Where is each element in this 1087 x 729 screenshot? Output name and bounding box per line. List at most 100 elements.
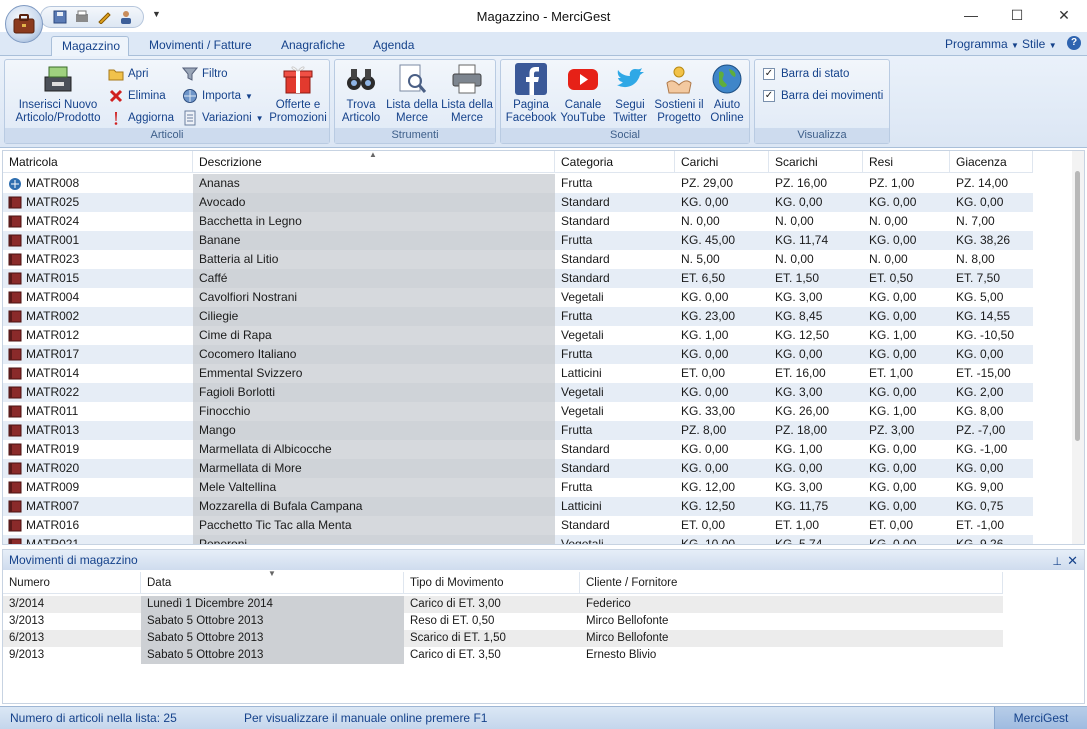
table-row[interactable]: MATR015 Caffé Standard ET. 6,50 ET. 1,50 ET. … xyxy=(3,269,1033,288)
pin-icon[interactable]: ⊥ xyxy=(1052,552,1062,572)
cell-matricola: MATR016 xyxy=(26,518,80,532)
table-row[interactable]: MATR017 Cocomero Italiano Frutta KG. 0,00 KG… xyxy=(3,345,1033,364)
movimento-row[interactable]: 9/2013 Sabato 5 Ottobre 2013 Carico di ET.… xyxy=(3,647,1003,664)
barra-movimenti-checkbox[interactable]: ✓ Barra dei movimenti xyxy=(763,90,883,102)
table-row[interactable]: MATR021 Peperoni Vegetali KG. 10,00 KG. 5,74… xyxy=(3,535,1033,545)
aiuto-online-button[interactable]: Aiuto Online xyxy=(705,63,749,125)
cell-categoria: Vegetali xyxy=(561,290,604,304)
table-row[interactable]: MATR014 Emmental Svizzero Latticini ET. 0,0… xyxy=(3,364,1033,383)
table-row[interactable]: MATR008 Ananas Frutta PZ. 29,00 PZ. 16,00 PZ.… xyxy=(3,174,1033,193)
youtube-button[interactable]: Canale YouTube xyxy=(559,63,607,125)
book-icon xyxy=(7,214,23,229)
table-row[interactable]: MATR004 Cavolfiori Nostrani Vegetali KG. 0,… xyxy=(3,288,1033,307)
aggiorna-button[interactable]: Aggiorna xyxy=(108,110,174,126)
tab-agenda[interactable]: Agenda xyxy=(363,36,424,56)
cell-scarichi: KG. 12,50 xyxy=(775,328,830,342)
table-row[interactable]: MATR016 Pacchetto Tic Tac alla Menta Stand… xyxy=(3,516,1033,535)
table-row[interactable]: MATR020 Marmellata di More Standard KG. 0,0… xyxy=(3,459,1033,478)
barra-stato-checkbox[interactable]: ✓ Barra di stato xyxy=(763,68,849,80)
cell-scarichi: KG. 0,00 xyxy=(775,461,823,475)
minimize-button[interactable]: — xyxy=(948,0,994,30)
table-row[interactable]: MATR007 Mozzarella di Bufala Campana Latti… xyxy=(3,497,1033,516)
table-row[interactable]: MATR001 Banane Frutta KG. 45,00 KG. 11,74 KG.… xyxy=(3,231,1033,250)
col-numero[interactable]: Numero xyxy=(3,572,141,594)
panel-close-icon[interactable]: ✕ xyxy=(1067,551,1078,571)
movimenti-panel-header: Movimenti di magazzino ⊥ ✕ xyxy=(3,550,1084,570)
col-matricola[interactable]: Matricola xyxy=(3,151,193,173)
col-carichi[interactable]: Carichi xyxy=(675,151,769,173)
tab-magazzino[interactable]: Magazzino xyxy=(51,36,129,57)
elimina-button[interactable]: Elimina xyxy=(108,88,166,104)
cell-categoria: Vegetali xyxy=(561,404,604,418)
variazioni-button[interactable]: Variazioni ▼ xyxy=(182,110,264,126)
movimenti-panel-title: Movimenti di magazzino xyxy=(9,553,138,567)
movimento-row[interactable]: 6/2013 Sabato 5 Ottobre 2013 Scarico di ET… xyxy=(3,630,1003,647)
programma-menu[interactable]: Programma ▼ xyxy=(945,37,1019,51)
ribbon-tabs: Magazzino Movimenti / Fatture Anagrafich… xyxy=(0,32,1087,57)
maximize-button[interactable]: ☐ xyxy=(994,0,1040,30)
stile-menu[interactable]: Stile ▼ xyxy=(1022,37,1057,51)
cell-carichi: KG. 10,00 xyxy=(681,537,736,545)
table-row[interactable]: MATR012 Cime di Rapa Vegetali KG. 1,00 KG. 1… xyxy=(3,326,1033,345)
table-row[interactable]: MATR019 Marmellata di Albicocche Standard K… xyxy=(3,440,1033,459)
inserisci-articolo-button[interactable]: Inserisci Nuovo Articolo/Prodotto xyxy=(9,63,107,125)
cell-matricola: MATR019 xyxy=(26,442,80,456)
cell-descrizione: Mozzarella di Bufala Campana xyxy=(193,497,555,516)
lista-merce-print-button[interactable]: Lista della Merce xyxy=(439,63,495,125)
cell-descrizione: Fagioli Borlotti xyxy=(193,383,555,402)
table-row[interactable]: MATR025 Avocado Standard KG. 0,00 KG. 0,00 KG… xyxy=(3,193,1033,212)
table-row[interactable]: MATR002 Ciliegie Frutta KG. 23,00 KG. 8,45 KG… xyxy=(3,307,1033,326)
grid-scrollbar-thumb[interactable] xyxy=(1075,171,1080,441)
col-resi[interactable]: Resi xyxy=(863,151,950,173)
table-row[interactable]: MATR009 Mele Valtellina Frutta KG. 12,00 KG.… xyxy=(3,478,1033,497)
col-scarichi[interactable]: Scarichi xyxy=(769,151,863,173)
cell-carichi: ET. 6,50 xyxy=(681,271,726,285)
help-icon[interactable]: ? xyxy=(1067,36,1081,50)
sostieni-progetto-button[interactable]: Sostieni il Progetto xyxy=(653,63,705,125)
book-icon xyxy=(7,309,23,324)
table-row[interactable]: MATR013 Mango Frutta PZ. 8,00 PZ. 18,00 PZ. 3… xyxy=(3,421,1033,440)
book-icon xyxy=(7,442,23,457)
cash-register-icon xyxy=(42,63,74,95)
twitter-button[interactable]: Segui Twitter xyxy=(607,63,653,125)
title-bar: ▼ Magazzino - MerciGest — ☐ ✕ xyxy=(0,0,1087,43)
cell-categoria: Latticini xyxy=(561,499,602,513)
search-document-icon xyxy=(396,63,428,95)
cell-giacenza: KG. -1,00 xyxy=(956,442,1008,456)
trova-articolo-button[interactable]: Trova Articolo xyxy=(337,63,385,125)
tab-movimenti-fatture[interactable]: Movimenti / Fatture xyxy=(139,36,262,56)
lista-merce-preview-button[interactable]: Lista della Merce xyxy=(385,63,439,125)
cell-scarichi: KG. 5,74 xyxy=(775,537,823,545)
cell-matricola: MATR007 xyxy=(26,499,80,513)
apri-button[interactable]: Apri xyxy=(108,66,148,82)
col-giacenza[interactable]: Giacenza xyxy=(950,151,1033,173)
sort-descending-icon: ▼ xyxy=(268,569,276,578)
table-row[interactable]: MATR024 Bacchetta in Legno Standard N. 0,00… xyxy=(3,212,1033,231)
close-button[interactable]: ✕ xyxy=(1041,0,1087,30)
cell-carichi: KG. 0,00 xyxy=(681,195,729,209)
col-tipo-movimento[interactable]: Tipo di Movimento xyxy=(404,572,580,594)
offerte-promozioni-button[interactable]: Offerte e Promozioni xyxy=(267,63,329,125)
filtro-button[interactable]: Filtro xyxy=(181,66,228,82)
table-row[interactable]: MATR022 Fagioli Borlotti Vegetali KG. 0,00 K… xyxy=(3,383,1033,402)
cell-carichi: KG. 12,00 xyxy=(681,480,736,494)
movimento-row[interactable]: 3/2013 Sabato 5 Ottobre 2013 Reso di ET. 0… xyxy=(3,613,1003,630)
cell-giacenza: KG. 0,00 xyxy=(956,461,1004,475)
table-row[interactable]: MATR023 Batteria al Litio Standard N. 5,00 N… xyxy=(3,250,1033,269)
book-icon xyxy=(7,347,23,362)
cell-data: Sabato 5 Ottobre 2013 xyxy=(141,647,404,664)
importa-button[interactable]: Importa ▼ xyxy=(182,88,253,104)
status-hint: Per visualizzare il manuale online preme… xyxy=(244,711,488,725)
cell-resi: PZ. 1,00 xyxy=(869,176,915,190)
group-strumenti: Trova Articolo Lista della Merce Lista d… xyxy=(334,59,496,144)
cell-giacenza: KG. 0,75 xyxy=(956,499,1004,513)
col-cliente-fornitore[interactable]: Cliente / Fornitore xyxy=(580,572,1003,594)
col-categoria[interactable]: Categoria xyxy=(555,151,675,173)
table-row[interactable]: MATR011 Finocchio Vegetali KG. 33,00 KG. 26,… xyxy=(3,402,1033,421)
cell-scarichi: PZ. 18,00 xyxy=(775,423,828,437)
app-menu-button[interactable] xyxy=(5,5,43,43)
facebook-button[interactable]: Pagina Facebook xyxy=(505,63,557,125)
movimento-row[interactable]: 3/2014 Lunedì 1 Dicembre 2014 Carico di ET… xyxy=(3,596,1003,613)
grid-scrollbar[interactable] xyxy=(1072,151,1084,544)
tab-anagrafiche[interactable]: Anagrafiche xyxy=(271,36,355,56)
